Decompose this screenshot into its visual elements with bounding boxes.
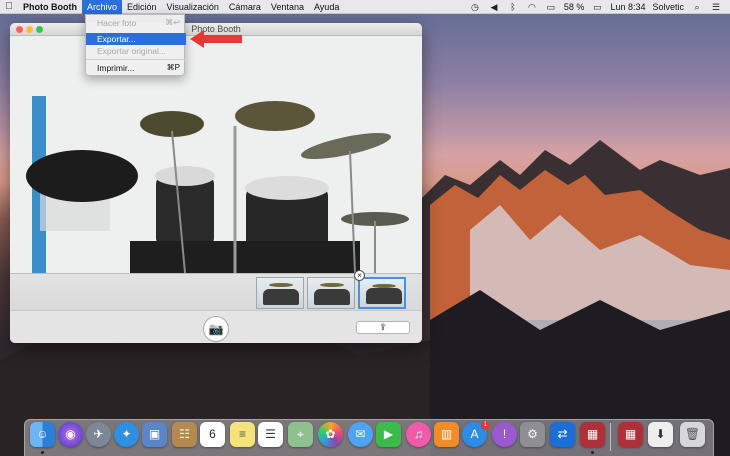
menu-archivo[interactable]: Archivo (81, 0, 122, 14)
launchpad-icon[interactable]: ✈ (86, 422, 111, 447)
menu-visualizacion[interactable]: Visualización (162, 0, 224, 14)
feedback-icon[interactable]: ! (492, 422, 517, 447)
timemachine-icon[interactable]: ◷ (469, 2, 481, 12)
calendar-day: 6 (209, 427, 216, 441)
airplay-icon[interactable]: ▭ (545, 2, 557, 12)
menu-bar:  Photo Booth Archivo Edición Visualizac… (0, 0, 730, 14)
messages-icon[interactable]: ✉ (348, 422, 373, 447)
user-name[interactable]: Solvetic (652, 2, 684, 12)
battery-icon: ▭ (593, 2, 602, 12)
wifi-icon[interactable]: ◠ (526, 2, 538, 12)
camera-icon: 📷 (208, 322, 224, 336)
calendar-icon[interactable]: 6 (200, 422, 225, 447)
take-photo-button[interactable]: 📷 (203, 316, 229, 342)
menu-item-exportar[interactable]: Exportar... (86, 33, 186, 45)
reminders-icon[interactable]: ☰ (258, 422, 283, 447)
appstore-badge: 1 (481, 421, 490, 430)
menu-item-exportar-original[interactable]: Exportar original... (86, 45, 186, 57)
photo-thumbnail-selected[interactable] (358, 277, 406, 309)
spotlight-icon[interactable]: ⌕ (691, 2, 703, 12)
bluetooth-icon[interactable]: ᛒ (507, 2, 519, 12)
ibooks-icon[interactable]: ▥ (434, 422, 459, 447)
app-menu[interactable]: Photo Booth (18, 0, 82, 14)
notes-icon[interactable]: ≡ (230, 422, 255, 447)
status-area: ◷ ◀ ᛒ ◠ ▭ 58 % ▭ Lun 8:34 Solvetic ⌕ ☰ (469, 0, 730, 14)
running-indicator (41, 451, 44, 454)
contacts-icon[interactable]: ☷ (172, 422, 197, 447)
menu-item-label: Exportar... (97, 34, 136, 44)
delete-photo-icon[interactable]: × (354, 270, 365, 281)
list-icon[interactable]: ☰ (710, 2, 722, 12)
running-indicator (591, 451, 594, 454)
teamviewer-icon[interactable]: ⇄ (550, 422, 575, 447)
photo-thumbnail[interactable] (307, 277, 355, 309)
facetime-icon[interactable]: ▶ (376, 422, 401, 447)
trash-icon[interactable]: 🗑 (680, 422, 705, 447)
share-button[interactable]: ⇪ (356, 321, 410, 334)
menu-item-label: Hacer foto (97, 18, 137, 28)
photos-icon[interactable]: ✿ (318, 422, 343, 447)
menu-ayuda[interactable]: Ayuda (309, 0, 344, 14)
drum-kit-image (10, 36, 422, 273)
camera-preview (10, 36, 422, 273)
menu-ventana[interactable]: Ventana (266, 0, 309, 14)
archivo-menu: Hacer foto ⌘↩ Exportar... Exportar origi… (85, 14, 186, 76)
menu-item-label: Exportar original... (97, 46, 166, 56)
menu-shortcut: ⌘P (166, 63, 180, 72)
photo-booth-window: Photo Booth × 📷 ⇪ (10, 23, 422, 343)
control-bar: 📷 ⇪ (10, 310, 422, 343)
photo-booth-icon[interactable]: ▦ (580, 422, 605, 447)
preview-icon[interactable]: ▣ (142, 422, 167, 447)
clock[interactable]: Lun 8:34 (610, 2, 645, 12)
share-icon: ⇪ (379, 322, 387, 332)
maps-icon[interactable]: ⌖ (288, 422, 313, 447)
photo-thumbnail[interactable] (256, 277, 304, 309)
system-preferences-icon[interactable]: ⚙ (520, 422, 545, 447)
annotation-arrow-icon (190, 30, 242, 48)
safari-icon[interactable]: ✦ (114, 422, 139, 447)
menu-item-imprimir[interactable]: Imprimir... ⌘P (86, 62, 186, 74)
itunes-icon[interactable]: ♫ (406, 422, 431, 447)
menu-item-label: Imprimir... (97, 63, 135, 73)
menu-item-hacer-foto[interactable]: Hacer foto ⌘↩ (86, 17, 186, 29)
menu-edicion[interactable]: Edición (122, 0, 162, 14)
apple-icon[interactable]:  (0, 1, 18, 12)
battery-level[interactable]: 58 % (564, 2, 585, 12)
dock-separator (610, 423, 611, 451)
menu-separator (86, 59, 186, 60)
downloads-icon[interactable]: ⬇ (648, 422, 673, 447)
volume-icon[interactable]: ◀ (488, 2, 500, 12)
menu-shortcut: ⌘↩ (165, 18, 180, 27)
photo-booth-library-icon[interactable]: ▦ (618, 422, 643, 447)
finder-icon[interactable]: ☺ (30, 422, 55, 447)
menu-camara[interactable]: Cámara (224, 0, 266, 14)
siri-icon[interactable]: ◉ (58, 422, 83, 447)
